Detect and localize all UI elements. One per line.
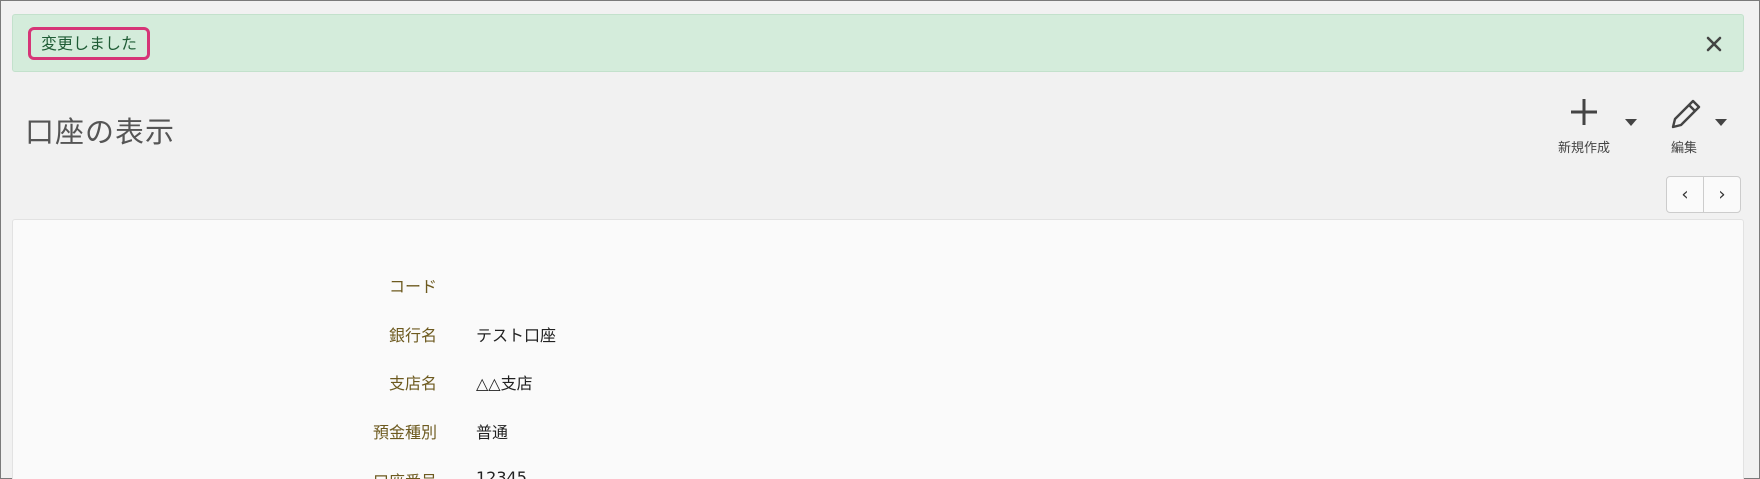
- field-bank-name: 銀行名 テスト口座: [13, 322, 1743, 352]
- field-label: 預金種別: [372, 423, 437, 442]
- new-dropdown-caret-icon[interactable]: [1625, 119, 1637, 126]
- success-alert: 変更しました: [12, 14, 1744, 72]
- edit-button[interactable]: 編集: [1665, 97, 1703, 156]
- edit-button-label: 編集: [1670, 141, 1697, 156]
- field-code: コード: [13, 273, 1743, 303]
- new-button-label: 新規作成: [1558, 141, 1611, 156]
- field-branch-name: 支店名 △△支店: [13, 370, 1743, 400]
- field-value: テスト口座: [476, 326, 557, 345]
- field-value: 12345: [476, 468, 527, 479]
- pager: ‹ ›: [1666, 176, 1741, 213]
- prev-button[interactable]: ‹: [1667, 177, 1703, 212]
- field-value: △△支店: [476, 374, 533, 393]
- field-deposit-type: 預金種別 普通: [13, 419, 1743, 449]
- edit-dropdown-caret-icon[interactable]: [1715, 119, 1727, 126]
- page-title: 口座の表示: [25, 115, 176, 149]
- field-value: 普通: [476, 423, 509, 442]
- close-icon[interactable]: [1703, 33, 1725, 55]
- next-button[interactable]: ›: [1703, 177, 1740, 212]
- alert-message: 変更しました: [28, 27, 151, 60]
- field-label: 口座番号: [373, 468, 437, 479]
- field-account-number: 口座番号 12345: [13, 468, 1743, 479]
- field-label: 銀行名: [388, 326, 437, 345]
- detail-panel: コード 銀行名 テスト口座 支店名 △△支店 預金種別 普通 口座番号 1234…: [12, 219, 1744, 479]
- field-label: コード: [388, 277, 437, 296]
- new-button[interactable]: 新規作成: [1558, 97, 1610, 156]
- pencil-icon: [1665, 97, 1703, 137]
- plus-icon: [1569, 97, 1599, 131]
- field-label: 支店名: [388, 374, 437, 393]
